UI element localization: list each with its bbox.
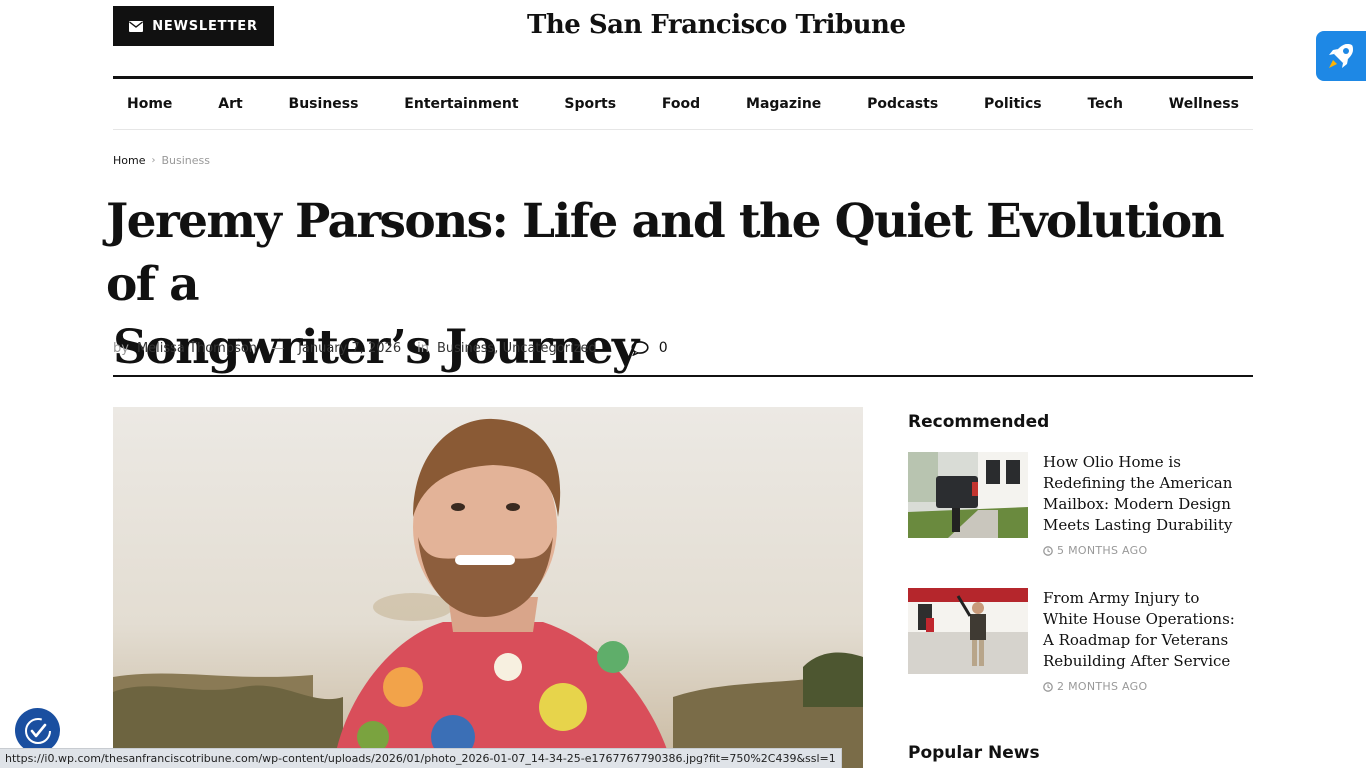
nav-item-food[interactable]: Food — [662, 96, 700, 112]
nav-item-home[interactable]: Home — [127, 96, 172, 112]
recommended-heading: Recommended — [908, 412, 1050, 432]
category-link-business[interactable]: Business — [437, 341, 494, 356]
rocket-icon — [1329, 44, 1353, 68]
nav-item-magazine[interactable]: Magazine — [746, 96, 821, 112]
category-link-uncategorized[interactable]: Uncategorized — [503, 341, 597, 356]
nav-item-entertainment[interactable]: Entertainment — [404, 96, 518, 112]
author-link[interactable]: Melissa Thompson — [137, 341, 257, 356]
in-label: in — [417, 340, 429, 356]
meta-separator: — — [271, 340, 285, 356]
accessibility-button[interactable] — [15, 708, 60, 753]
main-nav: Home Art Business Entertainment Sports F… — [113, 76, 1253, 130]
site-logo[interactable]: The San Francisco Tribune — [527, 10, 906, 40]
newsletter-button[interactable]: NEWSLETTER — [113, 6, 274, 46]
publish-date[interactable]: January 7, 2026 — [298, 341, 401, 356]
breadcrumb: Home › Business — [113, 154, 210, 167]
recommended-date: 2 MONTHS AGO — [1043, 680, 1147, 693]
by-label: by — [113, 340, 129, 356]
recommended-thumbnail[interactable] — [908, 588, 1028, 674]
newsletter-label: NEWSLETTER — [152, 18, 258, 34]
veteran-image — [908, 588, 1028, 674]
clock-icon — [1043, 545, 1053, 556]
nav-item-sports[interactable]: Sports — [564, 96, 616, 112]
nav-item-tech[interactable]: Tech — [1087, 96, 1122, 112]
status-bar-url: https://i0.wp.com/thesanfranciscotribune… — [0, 748, 842, 768]
recommended-item[interactable]: From Army Injury to White House Operatio… — [908, 588, 1253, 698]
recommended-date-text: 2 MONTHS AGO — [1057, 680, 1148, 693]
clock-icon — [1043, 681, 1053, 692]
rocket-widget-button[interactable] — [1316, 31, 1366, 81]
recommended-title[interactable]: How Olio Home is Redefining the American… — [1043, 452, 1248, 536]
breadcrumb-current[interactable]: Business — [161, 154, 210, 167]
envelope-icon — [129, 20, 144, 32]
popular-news-heading: Popular News — [908, 743, 1040, 763]
recommended-item[interactable]: How Olio Home is Redefining the American… — [908, 452, 1253, 562]
recommended-thumbnail[interactable] — [908, 452, 1028, 538]
mailbox-image — [908, 452, 1028, 538]
meta-divider — [113, 375, 1253, 377]
comment-icon — [631, 340, 649, 356]
nav-item-podcasts[interactable]: Podcasts — [867, 96, 938, 112]
hero-image[interactable] — [113, 407, 863, 768]
chevron-right-icon: › — [151, 155, 156, 166]
comments-link[interactable]: 0 — [631, 340, 668, 356]
comment-count: 0 — [658, 340, 668, 356]
recommended-date-text: 5 MONTHS AGO — [1057, 544, 1148, 557]
nav-item-politics[interactable]: Politics — [984, 96, 1042, 112]
article-title-line1: Jeremy Parsons: Life and the Quiet Evolu… — [106, 194, 1225, 312]
nav-item-wellness[interactable]: Wellness — [1169, 96, 1239, 112]
recommended-title[interactable]: From Army Injury to White House Operatio… — [1043, 588, 1248, 672]
hero-photo — [113, 407, 863, 768]
accessibility-icon — [24, 717, 51, 744]
nav-item-business[interactable]: Business — [289, 96, 359, 112]
nav-item-art[interactable]: Art — [218, 96, 242, 112]
breadcrumb-home[interactable]: Home — [113, 154, 145, 167]
article-meta: by Melissa Thompson — January 7, 2026 in… — [113, 340, 668, 356]
recommended-date: 5 MONTHS AGO — [1043, 544, 1147, 557]
